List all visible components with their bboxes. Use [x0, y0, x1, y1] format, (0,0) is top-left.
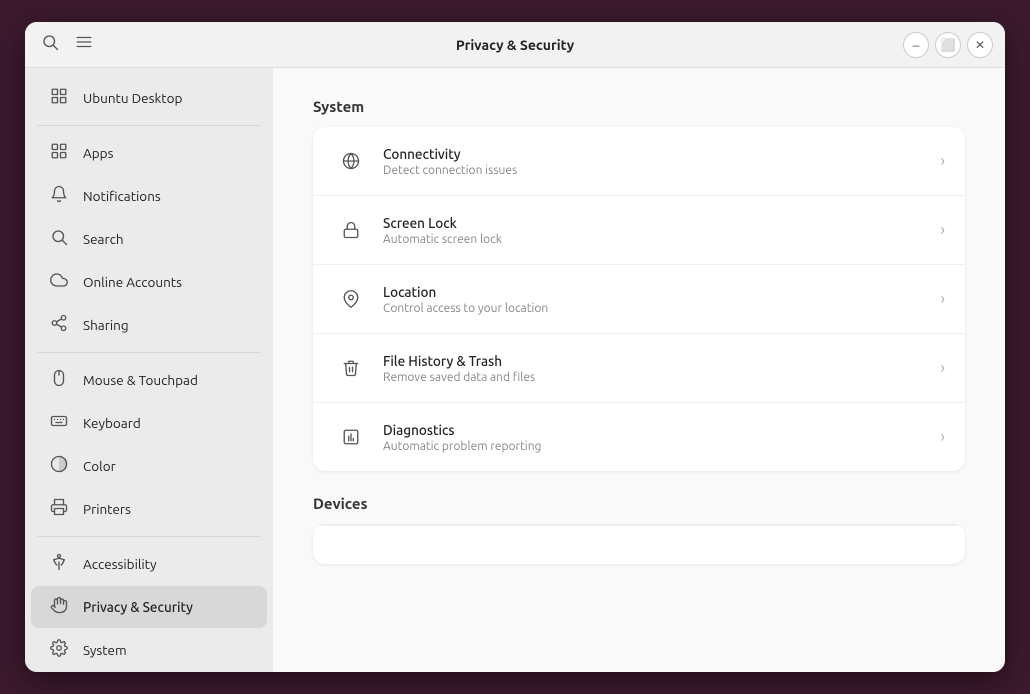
sidebar-item-notifications[interactable]: Notifications — [31, 175, 267, 217]
accessibility-icon — [49, 553, 69, 575]
titlebar-left — [37, 29, 97, 60]
connectivity-text: Connectivity Detect connection issues — [383, 146, 941, 177]
sidebar-label-printers: Printers — [83, 501, 131, 517]
sidebar-label-keyboard: Keyboard — [83, 415, 141, 431]
location-title: Location — [383, 284, 941, 300]
divider-1 — [37, 125, 261, 126]
sidebar-item-accessibility[interactable]: Accessibility — [31, 543, 267, 585]
lock-icon — [333, 212, 369, 248]
diagnostics-text: Diagnostics Automatic problem reporting — [383, 422, 941, 453]
sidebar-label-online-accounts: Online Accounts — [83, 274, 182, 290]
file-history-arrow: › — [941, 359, 946, 377]
system-section-title: System — [313, 98, 965, 115]
sidebar-item-privacy-security[interactable]: Privacy & Security — [31, 586, 267, 628]
devices-card — [313, 524, 965, 564]
system-section: System Connectivity Detect connection is… — [313, 98, 965, 471]
sidebar-label-mouse-touchpad: Mouse & Touchpad — [83, 372, 198, 388]
diagnostics-title: Diagnostics — [383, 422, 941, 438]
system-card: Connectivity Detect connection issues › … — [313, 127, 965, 471]
sidebar-label-notifications: Notifications — [83, 188, 161, 204]
sidebar-item-apps[interactable]: Apps — [31, 132, 267, 174]
bell-icon — [49, 185, 69, 207]
connectivity-subtitle: Detect connection issues — [383, 164, 941, 177]
connectivity-title: Connectivity — [383, 146, 941, 162]
titlebar: Privacy & Security – ⬜ ✕ — [25, 22, 1005, 68]
pin-icon — [333, 281, 369, 317]
grid-icon — [49, 87, 69, 109]
search-icon — [49, 228, 69, 250]
sidebar-item-printers[interactable]: Printers — [31, 488, 267, 530]
printer-icon — [49, 498, 69, 520]
sidebar-item-keyboard[interactable]: Keyboard — [31, 402, 267, 444]
color-icon — [49, 455, 69, 477]
sidebar-label-system: System — [83, 642, 127, 658]
close-button[interactable]: ✕ — [967, 32, 993, 58]
sidebar-label-accessibility: Accessibility — [83, 556, 157, 572]
minimize-button[interactable]: – — [903, 32, 929, 58]
sidebar: Ubuntu Desktop Apps Notifications — [25, 68, 273, 672]
window-controls: – ⬜ ✕ — [903, 32, 993, 58]
screen-lock-subtitle: Automatic screen lock — [383, 233, 941, 246]
cloud-icon — [49, 271, 69, 293]
file-history-title: File History & Trash — [383, 353, 941, 369]
trash-icon — [333, 350, 369, 386]
file-history-subtitle: Remove saved data and files — [383, 371, 941, 384]
location-text: Location Control access to your location — [383, 284, 941, 315]
menu-icon-btn[interactable] — [71, 29, 97, 60]
screen-lock-text: Screen Lock Automatic screen lock — [383, 215, 941, 246]
hand-icon — [49, 596, 69, 618]
connectivity-item[interactable]: Connectivity Detect connection issues › — [313, 127, 965, 196]
sidebar-item-sharing[interactable]: Sharing — [31, 304, 267, 346]
sidebar-item-ubuntu-desktop[interactable]: Ubuntu Desktop — [31, 77, 267, 119]
screen-lock-title: Screen Lock — [383, 215, 941, 231]
diagnostics-item[interactable]: Diagnostics Automatic problem reporting … — [313, 403, 965, 471]
location-subtitle: Control access to your location — [383, 302, 941, 315]
divider-3 — [37, 536, 261, 537]
share-icon — [49, 314, 69, 336]
sidebar-item-color[interactable]: Color — [31, 445, 267, 487]
main-panel: System Connectivity Detect connection is… — [273, 68, 1005, 672]
location-arrow: › — [941, 290, 946, 308]
mouse-icon — [49, 369, 69, 391]
devices-section-title: Devices — [313, 495, 965, 512]
file-history-item[interactable]: File History & Trash Remove saved data a… — [313, 334, 965, 403]
diagnostics-arrow: › — [941, 428, 946, 446]
sidebar-label-sharing: Sharing — [83, 317, 129, 333]
sidebar-label-search: Search — [83, 231, 124, 247]
sidebar-item-search[interactable]: Search — [31, 218, 267, 260]
file-history-text: File History & Trash Remove saved data a… — [383, 353, 941, 384]
connectivity-arrow: › — [941, 152, 946, 170]
globe-icon — [333, 143, 369, 179]
sidebar-item-system[interactable]: System — [31, 629, 267, 671]
screen-lock-arrow: › — [941, 221, 946, 239]
sidebar-label-apps: Apps — [83, 145, 113, 161]
window-title: Privacy & Security — [456, 37, 574, 53]
sidebar-label-color: Color — [83, 458, 116, 474]
sidebar-label-privacy-security: Privacy & Security — [83, 599, 193, 615]
search-icon-btn[interactable] — [37, 29, 63, 60]
diagnostics-subtitle: Automatic problem reporting — [383, 440, 941, 453]
sidebar-label-ubuntu-desktop: Ubuntu Desktop — [83, 90, 182, 106]
settings-window: Privacy & Security – ⬜ ✕ Ubuntu Desktop — [25, 22, 1005, 672]
main-content: Ubuntu Desktop Apps Notifications — [25, 68, 1005, 672]
screen-lock-item[interactable]: Screen Lock Automatic screen lock › — [313, 196, 965, 265]
maximize-button[interactable]: ⬜ — [935, 32, 961, 58]
sidebar-item-mouse-touchpad[interactable]: Mouse & Touchpad — [31, 359, 267, 401]
apps-icon — [49, 142, 69, 164]
sidebar-item-online-accounts[interactable]: Online Accounts — [31, 261, 267, 303]
gear-icon — [49, 639, 69, 661]
divider-2 — [37, 352, 261, 353]
chart-icon — [333, 419, 369, 455]
devices-section: Devices — [313, 495, 965, 564]
location-item[interactable]: Location Control access to your location… — [313, 265, 965, 334]
keyboard-icon — [49, 412, 69, 434]
